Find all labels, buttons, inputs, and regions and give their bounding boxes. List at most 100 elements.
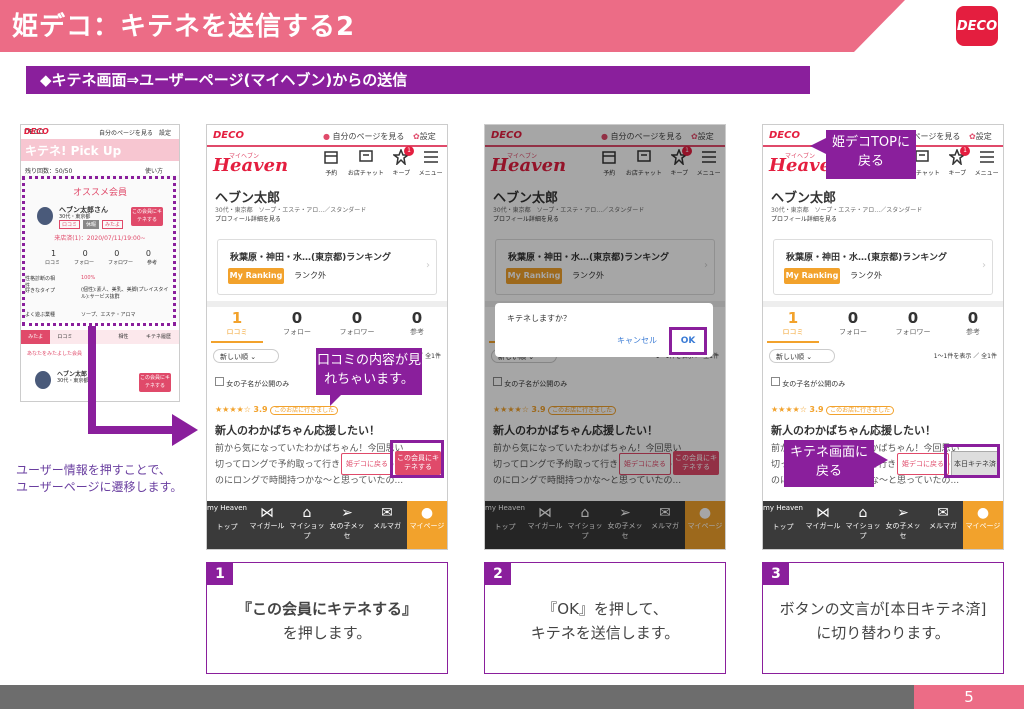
cancel-button[interactable]: キャンセル [617, 335, 657, 346]
nav-myshop[interactable]: ⌂ マイショップ [287, 501, 327, 549]
thumb-title: キテネ! Pick Up [25, 144, 122, 158]
settings-label: 設定 [975, 132, 992, 141]
thumb-tab[interactable]: みたよ [21, 330, 51, 344]
ribbon-icon: ⋈ [816, 505, 830, 521]
stat-label: フォロー [283, 328, 311, 336]
stat-tab-follow[interactable]: 0フォロー [823, 309, 883, 337]
thumb-mypage-link[interactable]: 自分のページを見る [99, 128, 153, 137]
heaven-icon: my Heaven [207, 504, 247, 512]
keep-button[interactable]: 1 キープ [948, 146, 971, 177]
ranking-card[interactable]: 秋葉原・神田・水…(東京都)ランキング My Ranking ランク外 › [773, 239, 993, 295]
step-number: 2 [485, 563, 511, 585]
stat-label: ロコミ [226, 328, 248, 336]
thumb-settings[interactable]: 設定 [159, 128, 171, 137]
nav-message[interactable]: ➢ 女の子メッセ [327, 501, 367, 549]
back-to-deco-button[interactable]: 姫デコに戻る [341, 453, 393, 475]
side-note: ユーザー情報を押すことで、 ユーザーページに遷移します。 [16, 462, 182, 496]
avatar [35, 371, 51, 389]
nav-top[interactable]: my Heaven トップ [207, 501, 247, 549]
step-3: 3 ボタンの文言が[本日キテネ済] に切り替わります。 [762, 562, 1004, 674]
filter-checkbox[interactable]: 女の子名が公開のみ [215, 377, 289, 389]
ranking-title: 秋葉原・神田・水…(東京都)ランキング [230, 253, 391, 263]
profile-link[interactable]: プロフィール詳細を見る [771, 214, 837, 223]
step-1: 1 『この会員にキテネする』 を押します。 [206, 562, 448, 674]
icon-label: メニュー [974, 170, 999, 177]
notification-badge: 1 [960, 146, 971, 156]
settings-link[interactable]: ✿設定 [413, 131, 436, 142]
review-title[interactable]: 新人のわかばちゃん応援したい！ [215, 422, 380, 438]
chat-icon [915, 150, 929, 162]
step-text-line: 『OK』を押して、 [542, 600, 668, 618]
visited-badge: このお店に行きました [270, 406, 339, 415]
notification-badge: 1 [404, 146, 415, 156]
filter-checkbox[interactable]: 女の子名が公開のみ [771, 377, 845, 389]
icon-label: キープ [392, 170, 411, 177]
mypage-screen-1: DECO ● 自分のページを見る ✿設定 マイヘブン Heaven 予約 お店チ… [206, 124, 448, 550]
stat-tab-reference[interactable]: 0参考 [943, 309, 1003, 337]
stat-tab-follower[interactable]: 0フォロワー [327, 309, 387, 337]
reserve-button[interactable]: 予約 [323, 149, 339, 177]
nav-myshop[interactable]: ⌂ マイショップ [843, 501, 883, 549]
stat-value: 0 [847, 309, 859, 327]
stat-value: 1 [231, 309, 243, 327]
thumb-kitene-button-2[interactable]: この会員にキテネする [139, 373, 171, 392]
back-callout: キテネ画面に戻る [784, 440, 874, 487]
nav-label: マイガール [249, 522, 285, 530]
kitene-button-highlight [390, 440, 444, 478]
back-to-deco-button[interactable]: 姫デコに戻る [897, 453, 949, 475]
heaven-icon: my Heaven [763, 504, 803, 512]
ranking-title: 秋葉原・神田・水…(東京都)ランキング [786, 253, 947, 263]
stat-value: 0 [907, 309, 919, 327]
callout-pointer [810, 138, 826, 154]
review-line: のにロングで時間持つかな〜と思っていたの... [215, 476, 404, 486]
menu-icon [423, 151, 438, 163]
stat-label: フォロワー [339, 328, 375, 336]
nav-mailmag[interactable]: ✉ メルマガ [923, 501, 963, 549]
thumb-usage-link[interactable]: 使い方 [145, 166, 163, 175]
nav-message[interactable]: ➢ 女の子メッセ [883, 501, 923, 549]
profile-link[interactable]: プロフィール詳細を見る [215, 214, 281, 223]
bottom-nav: my Heaven トップ ⋈ マイガール ⌂ マイショップ ➢ 女の子メッセ ✉ メルマ… [207, 501, 447, 549]
menu-button[interactable]: メニュー [419, 149, 443, 177]
ribbon-icon: ⋈ [260, 505, 274, 521]
stat-tab-follow[interactable]: 0フォロー [267, 309, 327, 337]
nav-mailmag[interactable]: ✉ メルマガ [367, 501, 407, 549]
sort-value: 新しい順 [776, 353, 804, 361]
user-meta: 30代・東京都 ソープ・エステ・アロ…／スタンダード [771, 207, 923, 214]
stat-tab-reference[interactable]: 0参考 [387, 309, 447, 337]
review-title[interactable]: 新人のわかばちゃん応援したい！ [771, 422, 936, 438]
calendar-icon [324, 151, 339, 164]
nav-top[interactable]: my Heaven トップ [763, 501, 803, 549]
gear-icon: ✿ [969, 132, 976, 141]
thumb-tab[interactable]: 相性 [108, 330, 139, 344]
send-icon: ➢ [341, 505, 353, 521]
thumb-tab[interactable]: キテネ履歴 [138, 330, 179, 344]
ranking-card[interactable]: 秋葉原・神田・水…(東京都)ランキング My Ranking ランク外 › [217, 239, 437, 295]
ok-button[interactable]: OK [669, 327, 707, 355]
sort-select[interactable]: 新しい順 ⌄ [769, 349, 835, 363]
my-ranking-button[interactable]: My Ranking [784, 268, 840, 284]
chat-button[interactable]: お店チャット [348, 149, 384, 177]
user-name: ヘブン太郎 [771, 191, 837, 206]
my-ranking-button[interactable]: My Ranking [228, 268, 284, 284]
stat-value: 0 [291, 309, 303, 327]
nav-mypage[interactable]: ● マイページ [963, 501, 1003, 549]
keep-button[interactable]: 1 キープ [392, 146, 415, 177]
nav-mypage[interactable]: ● マイページ [407, 501, 447, 549]
stat-tab-review[interactable]: 1ロコミ [207, 309, 267, 337]
settings-link[interactable]: ✿設定 [969, 131, 992, 142]
deco-logo[interactable]: DECO [769, 130, 800, 141]
stat-tab-follower[interactable]: 0フォロワー [883, 309, 943, 337]
menu-icon [979, 151, 994, 163]
rank-value: ランク外 [294, 271, 326, 280]
menu-button[interactable]: メニュー [975, 149, 999, 177]
thumb-tab[interactable]: ロコミ [50, 330, 80, 344]
nav-mygirl[interactable]: ⋈ マイガール [247, 501, 287, 549]
nav-mygirl[interactable]: ⋈ マイガール [803, 501, 843, 549]
heaven-logo[interactable]: Heaven [213, 155, 288, 176]
mypage-link[interactable]: ● 自分のページを見る [323, 131, 404, 142]
sort-select[interactable]: 新しい順 ⌄ [213, 349, 279, 363]
stat-tab-review[interactable]: 1ロコミ [763, 309, 823, 337]
visited-badge: このお店に行きました [826, 406, 895, 415]
deco-logo[interactable]: DECO [213, 130, 244, 141]
